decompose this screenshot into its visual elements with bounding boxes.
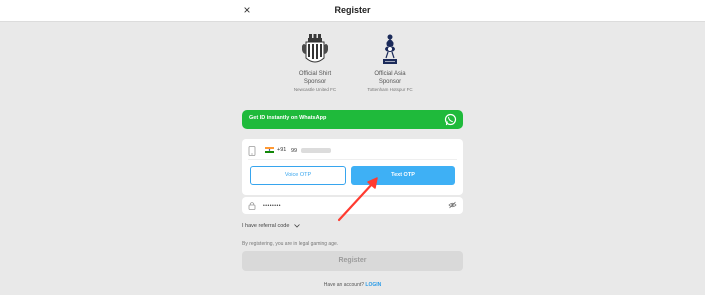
whatsapp-register-button[interactable]: Get ID instantly on WhatsApp [242,110,463,129]
whatsapp-icon [444,113,457,126]
sponsor-club: Tottenham Hotspur FC [367,87,413,92]
referral-label: I have referral code [242,223,290,229]
phone-otp-card: +91 Voice OTP Text OTP [242,139,463,195]
sponsor-tottenham: Official Asia Sponsor Tottenham Hotspur … [335,32,445,93]
phone-row: +91 [248,145,458,157]
referral-toggle[interactable]: I have referral code [242,223,300,229]
register-button[interactable]: Register [242,251,463,271]
mobile-phone-icon [248,146,256,156]
login-prompt-text: Have an account? [323,282,365,288]
password-input[interactable] [263,200,423,211]
newcastle-crest-icon [302,34,328,63]
sponsor-subtitle: Sponsor [378,79,402,85]
password-field-container [242,197,463,214]
sponsor-title: Official Asia [374,71,406,77]
country-code[interactable]: +91 [277,147,286,153]
eye-off-icon[interactable] [448,201,457,209]
chevron-down-icon [294,223,300,228]
login-prompt: Have an account? LOGIN [0,282,705,288]
redacted-number [301,148,331,153]
india-flag-icon[interactable] [265,147,274,153]
age-disclaimer: By registering, you are in legal gaming … [242,241,339,247]
lock-icon [248,202,256,210]
header-bar: × Register [0,0,705,22]
whatsapp-label: Get ID instantly on WhatsApp [249,115,327,121]
page-title: Register [334,5,371,15]
login-link[interactable]: LOGIN [365,282,381,288]
tottenham-crest-icon [383,34,397,64]
text-otp-button[interactable]: Text OTP [351,166,455,185]
divider [248,159,457,160]
voice-otp-button[interactable]: Voice OTP [250,166,346,185]
